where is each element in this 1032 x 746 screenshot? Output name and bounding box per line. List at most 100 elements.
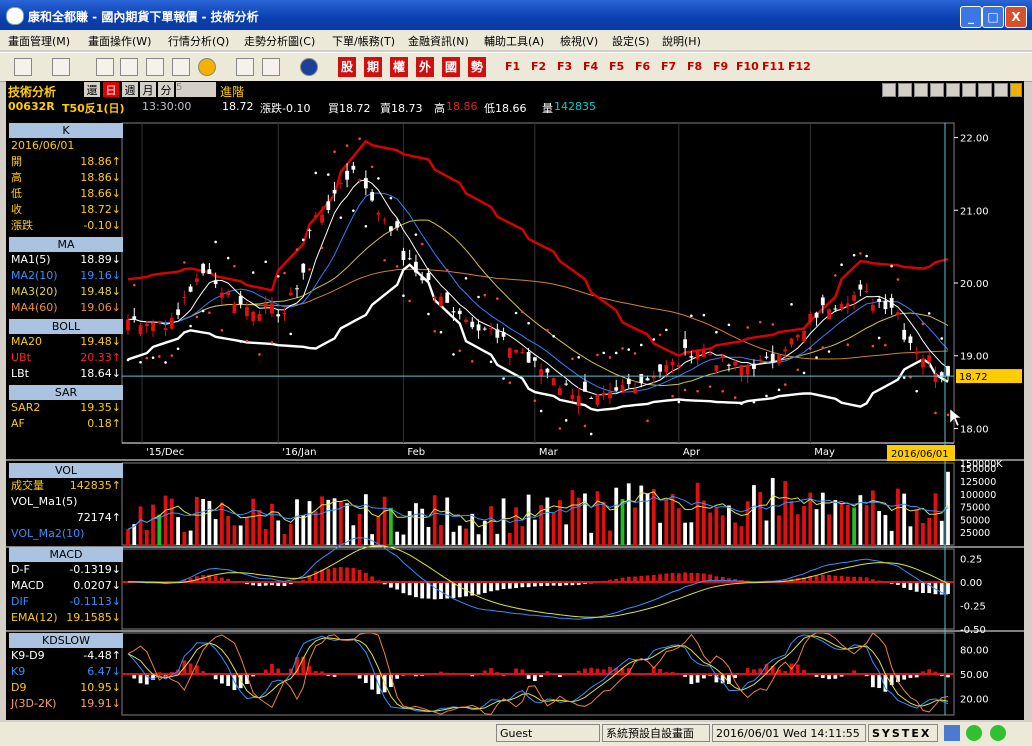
volume-bar xyxy=(357,513,362,545)
f10-key[interactable]: F10 xyxy=(736,60,759,73)
settings-icon[interactable] xyxy=(994,83,1008,97)
volume-bar xyxy=(238,525,243,545)
maximize-button[interactable]: □ xyxy=(982,6,1004,28)
f11-key[interactable]: F11 xyxy=(762,60,785,73)
drawing-icon[interactable] xyxy=(236,58,254,76)
minute-button[interactable]: 分 xyxy=(158,82,174,97)
sar-dot xyxy=(871,344,875,348)
f1-key[interactable]: F1 xyxy=(505,60,520,73)
menu-screen-operate[interactable]: 畫面操作(W) xyxy=(88,33,151,49)
candle-body xyxy=(676,365,681,367)
zoom-out-icon[interactable] xyxy=(882,83,896,97)
cancel-icon[interactable] xyxy=(120,58,138,76)
volume-bar xyxy=(727,505,731,545)
volume-bar xyxy=(914,510,919,545)
f6-key[interactable]: F6 xyxy=(635,60,650,73)
kd-row-value: 6.47↓ xyxy=(87,665,121,678)
close-button[interactable]: X xyxy=(1005,6,1027,28)
stock-button[interactable]: 股 xyxy=(338,57,356,77)
sar-dot xyxy=(477,295,480,299)
f7-key[interactable]: F7 xyxy=(661,60,676,73)
monitor-icon[interactable] xyxy=(52,58,70,76)
volume-bar xyxy=(658,522,662,545)
menu-trend-chart[interactable]: 走勢分析圖(C) xyxy=(244,33,315,49)
restore-button[interactable]: 還 xyxy=(84,82,100,97)
menu-view[interactable]: 檢視(V) xyxy=(560,33,598,49)
status-bar: Guest 系統預設自設畫面 2016/06/01 Wed 14:11:55 S… xyxy=(0,722,1032,746)
kd-row-label: K9 xyxy=(11,665,26,678)
sar-dot xyxy=(927,312,931,315)
volume-bar xyxy=(789,500,794,545)
menu-screen-manage[interactable]: 畫面管理(M) xyxy=(8,33,70,49)
chart-canvas[interactable]: 22.00 21.00 20.00 19.00 18.00 '15/Dec '16/Jan F… xyxy=(6,117,1024,720)
f12-key[interactable]: F12 xyxy=(788,60,811,73)
price-tick-label: 20.00 xyxy=(960,279,989,290)
menu-tools[interactable]: 輔助工具(A) xyxy=(484,33,544,49)
sar-dot xyxy=(646,419,649,423)
magnify-icon[interactable] xyxy=(914,83,928,97)
save-icon[interactable] xyxy=(978,83,992,97)
f2-key[interactable]: F2 xyxy=(531,60,546,73)
cursor-icon[interactable] xyxy=(96,58,114,76)
f9-key[interactable]: F9 xyxy=(713,60,728,73)
f4-key[interactable]: F4 xyxy=(583,60,598,73)
volume-bar xyxy=(414,503,418,545)
macd-histogram-bar xyxy=(401,581,406,594)
volume-bar xyxy=(489,506,493,545)
chart-type-icon[interactable] xyxy=(14,58,32,76)
ask-price: 賣18.73 xyxy=(380,102,423,115)
menu-settings[interactable]: 設定(S) xyxy=(612,33,650,49)
futures-button[interactable]: 期 xyxy=(364,57,382,77)
export-icon[interactable] xyxy=(1010,83,1022,97)
f8-key[interactable]: F8 xyxy=(687,60,702,73)
month-button[interactable]: 月 xyxy=(140,82,156,97)
day-button[interactable]: 日 xyxy=(103,82,119,97)
minute-select[interactable]: 5 xyxy=(176,82,216,97)
order-icon[interactable] xyxy=(146,58,164,76)
foreign-button[interactable]: 外 xyxy=(416,57,434,77)
f3-key[interactable]: F3 xyxy=(557,60,572,73)
trend-button[interactable]: 勢 xyxy=(468,57,486,77)
magnify-minus-icon[interactable] xyxy=(930,83,944,97)
sar-dot xyxy=(226,256,230,260)
macd-histogram-bar xyxy=(395,581,400,590)
volume-bar xyxy=(182,531,187,545)
print-icon[interactable] xyxy=(962,83,976,97)
systex-logo-icon[interactable] xyxy=(300,58,318,76)
sar-row: AF 0.18↑ xyxy=(9,416,123,432)
layout-icon[interactable] xyxy=(262,58,280,76)
sar-dot xyxy=(583,424,587,428)
volume-bar xyxy=(783,481,788,545)
f5-key[interactable]: F5 xyxy=(609,60,624,73)
sar-dot xyxy=(815,356,818,359)
candle-body xyxy=(307,229,312,231)
k-row-label: 低 xyxy=(11,187,22,200)
candle-body xyxy=(783,349,788,352)
sar-dot xyxy=(596,353,599,357)
volume-bar xyxy=(833,500,838,545)
macd-row-value: 0.0207↓ xyxy=(73,579,121,592)
sar-dot xyxy=(658,333,662,337)
advanced-link[interactable]: 進階 xyxy=(220,83,244,100)
candle-body xyxy=(583,381,587,392)
candle-body xyxy=(620,385,625,392)
menu-help[interactable]: 說明(H) xyxy=(662,33,701,49)
volume-bar xyxy=(270,503,274,545)
k-row-value: 18.72↓ xyxy=(80,203,121,216)
coin-icon[interactable] xyxy=(198,58,216,76)
sar-dot xyxy=(621,347,624,350)
book-icon[interactable] xyxy=(172,58,190,76)
sar-row-label: SAR2 xyxy=(11,401,41,414)
international-button[interactable]: 國 xyxy=(442,57,460,77)
week-button[interactable]: 週 xyxy=(122,82,138,97)
sar-dot xyxy=(126,358,130,362)
options-button[interactable]: 權 xyxy=(390,57,408,77)
candle-body xyxy=(558,388,562,395)
kd-row: K9 6.47↓ xyxy=(9,664,123,680)
menu-order-account[interactable]: 下單/帳務(T) xyxy=(332,33,395,49)
zoom-in-icon[interactable] xyxy=(898,83,912,97)
menu-quote-analysis[interactable]: 行情分析(Q) xyxy=(168,33,229,49)
minimize-button[interactable]: _ xyxy=(960,6,982,28)
menu-finance-info[interactable]: 金融資訊(N) xyxy=(408,33,469,49)
draw-icon[interactable] xyxy=(946,83,960,97)
